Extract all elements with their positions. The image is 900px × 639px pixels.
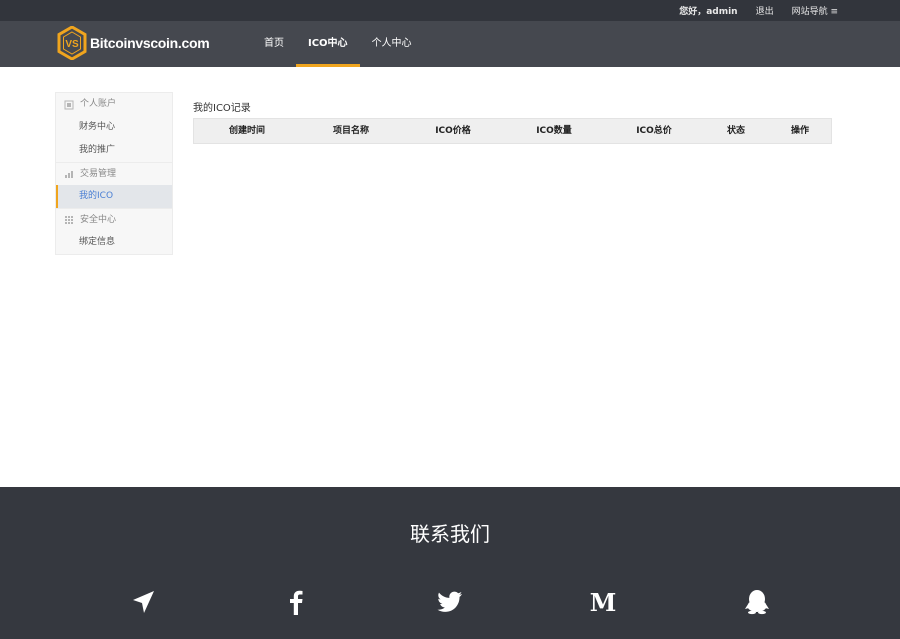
account-icon [64,100,74,109]
logo-text: Bitcoinvscoin.com [90,35,210,51]
logo-badge-text: VS [65,39,79,50]
header: VS Bitcoinvscoin.com 首页 ICO中心 个人中心 [0,21,900,67]
svg-text:M: M [590,590,617,614]
column-created-time: 创建时间 [228,126,265,136]
column-ico-total: ICO总价 [636,126,672,136]
chart-icon [65,171,73,178]
logo-hexagon-icon: VS [57,26,87,60]
sidebar-group-account: 个人账户 [56,93,172,116]
sidebar-group-label: 个人账户 [80,99,117,109]
column-ico-price: ICO价格 [435,126,471,136]
site-nav-link[interactable]: 网站导航 ≡ [792,4,838,17]
sidebar-item-promotion[interactable]: 我的推广 [56,139,172,162]
sidebar-group-security: 安全中心 [56,208,172,231]
sidebar-item-my-ico[interactable]: 我的ICO [56,185,172,208]
column-action: 操作 [790,126,809,136]
sidebar-group-label: 安全中心 [80,214,117,225]
column-status: 状态 [726,126,745,136]
greeting-text: 您好，admin [679,7,738,17]
sidebar-item-binding-info[interactable]: 绑定信息 [56,231,172,254]
sidebar-item-finance[interactable]: 财务中心 [56,116,172,139]
nav-ico-center[interactable]: ICO中心 [296,21,360,67]
sidebar: 个人账户 财务中心 我的推广 交易管理 我的ICO 安全中心 绑定信息 [55,92,173,255]
footer-title: 联系我们 [410,522,490,546]
nav-home[interactable]: 首页 [252,21,296,67]
logout-link[interactable]: 退出 [756,4,774,17]
page-title: 我的ICO记录 [193,103,251,114]
site-logo[interactable]: VS Bitcoinvscoin.com [57,24,210,62]
footer: 联系我们 M [0,487,900,639]
medium-icon[interactable]: M [589,588,617,616]
sidebar-group-label: 交易管理 [80,168,117,179]
column-project-name: 项目名称 [332,126,369,136]
twitter-icon[interactable] [436,588,464,616]
facebook-icon[interactable] [282,588,310,616]
ico-record-table-header: 创建时间 项目名称 ICO价格 ICO数量 ICO总价 状态 操作 [193,118,832,144]
column-ico-quantity: ICO数量 [536,126,572,136]
main-nav: 首页 ICO中心 个人中心 [252,21,424,67]
top-links: 您好，admin 退出 网站导航 ≡ [679,0,838,21]
telegram-icon[interactable] [129,588,157,616]
sidebar-group-trade: 交易管理 [56,162,172,185]
top-bar: 您好，admin 退出 网站导航 ≡ [0,0,900,21]
nav-personal-center[interactable]: 个人中心 [360,21,424,67]
qq-icon[interactable] [743,588,771,616]
grid-icon [65,216,73,224]
